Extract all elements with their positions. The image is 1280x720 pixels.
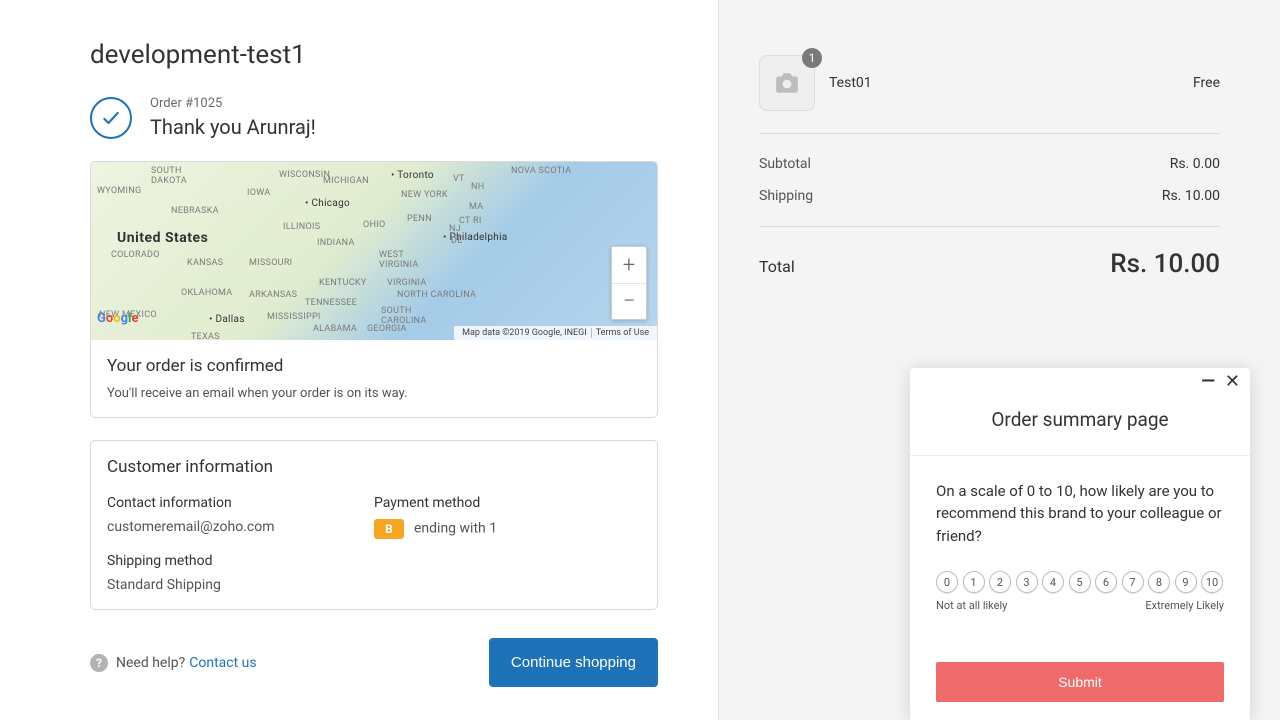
zoom-out-button[interactable]: −: [612, 283, 646, 319]
map-place-label: WEST VIRGINIA: [379, 250, 419, 270]
map-place-label: MA: [469, 202, 483, 212]
map-place-label: NOVA SCOTIA: [511, 166, 571, 176]
nps-low-label: Not at all likely: [936, 599, 1007, 612]
map-place-label: ILLINOIS: [283, 222, 320, 232]
shipping-row: ShippingRs. 10.00: [759, 180, 1220, 212]
product-name: Test01: [829, 75, 1193, 91]
contact-info-label: Contact information: [107, 495, 374, 511]
nps-option-7[interactable]: 7: [1122, 571, 1144, 593]
payment-method-label: Payment method: [374, 495, 641, 511]
product-price: Free: [1193, 75, 1220, 91]
help-text: ? Need help? Contact us: [90, 654, 257, 672]
quantity-badge: 1: [802, 48, 822, 68]
nps-option-6[interactable]: 6: [1095, 571, 1117, 593]
map-place-label: ALABAMA: [313, 324, 357, 334]
map-place-label: NORTH CAROLINA: [397, 290, 476, 300]
map-place-label: • Chicago: [305, 198, 350, 209]
subtotal-row: SubtotalRs. 0.00: [759, 148, 1220, 180]
total-row: Total Rs. 10.00: [759, 227, 1220, 279]
map-place-label: MICHIGAN: [323, 176, 369, 186]
shipping-method-label: Shipping method: [107, 553, 374, 569]
map-terms-link[interactable]: Terms of Use: [591, 328, 653, 338]
map-place-label: MISSISSIPPI: [267, 312, 321, 322]
survey-submit-button[interactable]: Submit: [936, 662, 1224, 702]
map-place-label: TENNESSEE: [305, 298, 357, 308]
payment-badge-icon: B: [374, 519, 404, 539]
map-place-label: DE: [451, 236, 463, 246]
line-item: 1 Test01 Free: [759, 55, 1220, 111]
nps-option-10[interactable]: 10: [1201, 571, 1223, 593]
order-id: Order #1025: [150, 96, 316, 111]
nps-option-3[interactable]: 3: [1016, 571, 1038, 593]
map[interactable]: United States SOUTH DAKOTA WYOMING IOWA NEB…: [91, 162, 657, 340]
nps-option-1[interactable]: 1: [963, 571, 985, 593]
confirmation-subtext: You'll receive an email when your order …: [107, 386, 641, 401]
map-place-label: • Dallas: [209, 314, 245, 325]
map-place-label: TEXAS: [191, 332, 220, 342]
nps-option-0[interactable]: 0: [936, 571, 958, 593]
continue-shopping-button[interactable]: Continue shopping: [489, 638, 658, 687]
success-check-icon: [90, 97, 132, 139]
map-place-label: NEW YORK: [401, 190, 448, 200]
map-place-label: CT RI: [459, 216, 482, 226]
map-place-label: IOWA: [247, 188, 271, 198]
survey-title: Order summary page: [910, 392, 1250, 455]
map-place-label: KANSAS: [187, 258, 223, 268]
close-icon[interactable]: ✕: [1225, 373, 1240, 391]
map-place-label: OKLAHOMA: [181, 288, 232, 298]
nps-option-5[interactable]: 5: [1069, 571, 1091, 593]
map-place-label: NEBRASKA: [171, 206, 219, 216]
map-place-label: SOUTH DAKOTA: [151, 166, 187, 186]
map-place-label: OHIO: [363, 220, 385, 230]
map-place-label: WYOMING: [97, 186, 141, 196]
contact-email: customeremail@zoho.com: [107, 519, 374, 535]
minimize-icon[interactable]: —: [1201, 373, 1215, 391]
camera-icon: [774, 72, 800, 94]
nps-high-label: Extremely Likely: [1145, 599, 1224, 612]
map-place-label: NH: [471, 182, 484, 192]
nps-option-4[interactable]: 4: [1042, 571, 1064, 593]
help-icon: ?: [90, 654, 108, 672]
zoom-in-button[interactable]: +: [612, 247, 646, 283]
checkout-left-panel: development-test1 Order #1025 Thank you …: [0, 0, 718, 720]
nps-scale: 012345678910: [936, 571, 1224, 593]
map-zoom-control: + −: [611, 246, 647, 320]
shipping-method: Standard Shipping: [107, 577, 374, 593]
nps-option-9[interactable]: 9: [1175, 571, 1197, 593]
map-place-label: ARKANSAS: [249, 290, 297, 300]
map-place-label: VT: [453, 174, 465, 184]
contact-us-link[interactable]: Contact us: [189, 655, 256, 671]
product-thumbnail: 1: [759, 55, 815, 111]
map-place-label: NJ: [449, 224, 461, 234]
confirmation-title: Your order is confirmed: [107, 356, 641, 376]
map-place-label: SOUTH CAROLINA: [381, 306, 427, 326]
nps-option-2[interactable]: 2: [989, 571, 1011, 593]
map-place-label: INDIANA: [317, 238, 355, 248]
google-logo: Google: [97, 311, 138, 326]
customer-info-heading: Customer information: [107, 457, 641, 477]
map-place-label: PENN: [407, 214, 432, 224]
map-place-label: VIRGINIA: [387, 278, 427, 288]
map-country-label: United States: [117, 230, 208, 246]
payment-method: Bending with 1: [374, 519, 641, 539]
thankyou-heading: Thank you Arunraj!: [150, 115, 316, 139]
map-place-label: • Toronto: [391, 170, 434, 181]
survey-question: On a scale of 0 to 10, how likely are yo…: [936, 480, 1224, 548]
nps-option-8[interactable]: 8: [1148, 571, 1170, 593]
map-place-label: KENTUCKY: [319, 278, 367, 288]
map-place-label: COLORADO: [111, 250, 160, 260]
customer-info-card: Customer information Contact information…: [90, 440, 658, 610]
map-attribution: Map data ©2019 Google, INEGITerms of Use: [454, 326, 657, 340]
map-place-label: MISSOURI: [249, 258, 292, 268]
store-name: development-test1: [90, 40, 658, 70]
order-summary-panel: 1 Test01 Free SubtotalRs. 0.00 ShippingR…: [718, 0, 1280, 720]
order-confirmation-card: United States SOUTH DAKOTA WYOMING IOWA NEB…: [90, 161, 658, 418]
survey-widget: — ✕ Order summary page On a scale of 0 t…: [910, 368, 1250, 720]
